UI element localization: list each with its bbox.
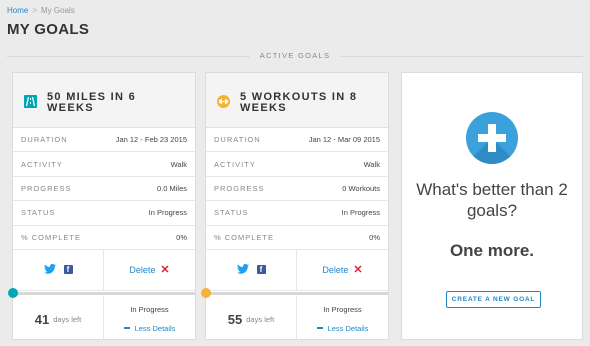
- row-value: In Progress: [341, 208, 380, 218]
- goal-row-progress: PROGRESS 0.0 Miles: [13, 177, 195, 202]
- page-title: MY GOALS: [7, 21, 90, 38]
- breadcrumb-home-link[interactable]: Home: [7, 6, 28, 15]
- goal-row-complete: % COMPLETE 0%: [13, 226, 195, 250]
- goal-actions: f Delete ✕: [206, 249, 388, 291]
- breadcrumb-current: My Goals: [41, 6, 75, 15]
- minus-icon: [316, 327, 323, 329]
- row-value: In Progress: [148, 208, 187, 218]
- delete-x-icon: ✕: [353, 264, 363, 276]
- goal-footer: 55 days left In Progress Less Details: [206, 296, 388, 339]
- row-label: ACTIVITY: [21, 159, 63, 169]
- goal-row-progress: PROGRESS 0 Workouts: [206, 177, 388, 202]
- promo-answer: One more.: [449, 241, 535, 260]
- workout-icon: [217, 95, 230, 108]
- row-label: PROGRESS: [214, 183, 265, 193]
- row-value: Jan 12 - Feb 23 2015: [115, 135, 187, 145]
- row-value: Walk: [363, 159, 380, 169]
- twitter-icon[interactable]: [43, 261, 56, 279]
- plus-horizontal: [478, 134, 506, 142]
- row-value: Walk: [170, 159, 187, 169]
- twitter-icon[interactable]: [236, 261, 249, 279]
- row-value: 0%: [176, 232, 187, 242]
- row-value: 0.0 Miles: [156, 183, 187, 193]
- facebook-icon[interactable]: f: [256, 265, 266, 274]
- row-label: ACTIVITY: [214, 159, 256, 169]
- row-value: Jan 12 - Mar 09 2015: [308, 135, 380, 145]
- facebook-icon[interactable]: f: [63, 265, 73, 274]
- goal-row-duration: DURATION Jan 12 - Mar 09 2015: [206, 128, 388, 153]
- social-share: f: [13, 249, 104, 290]
- goal-card-header: 5 WORKOUTS IN 8 WEEKS: [206, 73, 388, 128]
- row-label: % COMPLETE: [21, 232, 82, 242]
- goal-row-status: STATUS In Progress: [13, 201, 195, 226]
- row-label: % COMPLETE: [214, 232, 275, 242]
- days-left: 41 days left: [13, 296, 104, 339]
- delete-x-icon: ✕: [160, 264, 170, 276]
- goal-row-activity: ACTIVITY Walk: [13, 152, 195, 177]
- days-left-label: days left: [246, 314, 275, 324]
- goal-card: 5 WORKOUTS IN 8 WEEKS DURATION Jan 12 - M…: [201, 72, 389, 340]
- goal-status-block: In Progress Less Details: [104, 296, 195, 339]
- row-value: 0%: [369, 232, 380, 242]
- goal-card-header: 50 MILES IN 6 WEEKS: [13, 73, 195, 128]
- row-value: 0 Workouts: [342, 183, 380, 193]
- delete-button[interactable]: Delete ✕: [104, 249, 195, 290]
- goal-card: 50 MILES IN 6 WEEKS DURATION Jan 12 - Feb…: [8, 72, 196, 340]
- minus-icon: [123, 327, 130, 329]
- row-label: STATUS: [21, 208, 56, 218]
- goal-status: In Progress: [130, 304, 169, 314]
- delete-button[interactable]: Delete ✕: [297, 249, 388, 290]
- less-details-link[interactable]: Less Details: [316, 323, 369, 333]
- progress-track: [13, 292, 195, 295]
- less-details-label: Less Details: [134, 323, 176, 333]
- goal-row-complete: % COMPLETE 0%: [206, 226, 388, 250]
- row-label: DURATION: [21, 135, 68, 145]
- delete-label: Delete: [322, 264, 349, 275]
- goal-actions: f Delete ✕: [13, 249, 195, 291]
- days-left-number: 41: [34, 311, 50, 327]
- road-icon: [24, 95, 37, 108]
- section-divider: ACTIVE GOALS: [7, 48, 583, 62]
- new-goal-promo-card: What's better than 2 goals? One more. CR…: [401, 72, 583, 340]
- goal-row-status: STATUS In Progress: [206, 201, 388, 226]
- row-label: DURATION: [214, 135, 261, 145]
- social-share: f: [206, 249, 297, 290]
- section-label: ACTIVE GOALS: [249, 51, 341, 60]
- goal-row-duration: DURATION Jan 12 - Feb 23 2015: [13, 128, 195, 153]
- goal-footer: 41 days left In Progress Less Details: [13, 296, 195, 339]
- breadcrumb: Home > My Goals: [7, 6, 75, 15]
- breadcrumb-separator: >: [32, 6, 38, 15]
- plus-circle-icon: [466, 112, 518, 164]
- delete-label: Delete: [129, 264, 156, 275]
- promo-question: What's better than 2 goals?: [416, 180, 568, 220]
- goal-row-activity: ACTIVITY Walk: [206, 152, 388, 177]
- goal-status-block: In Progress Less Details: [297, 296, 388, 339]
- goal-status: In Progress: [323, 304, 362, 314]
- days-left-number: 55: [227, 311, 243, 327]
- days-left-label: days left: [53, 314, 82, 324]
- row-label: PROGRESS: [21, 183, 72, 193]
- days-left: 55 days left: [206, 296, 297, 339]
- row-label: STATUS: [214, 208, 249, 218]
- goal-title: 5 WORKOUTS IN 8 WEEKS: [240, 91, 358, 114]
- progress-track: [206, 292, 388, 295]
- less-details-label: Less Details: [327, 323, 369, 333]
- goal-title: 50 MILES IN 6 WEEKS: [47, 91, 137, 114]
- create-new-goal-button[interactable]: CREATE A NEW GOAL: [446, 291, 541, 308]
- less-details-link[interactable]: Less Details: [123, 323, 176, 333]
